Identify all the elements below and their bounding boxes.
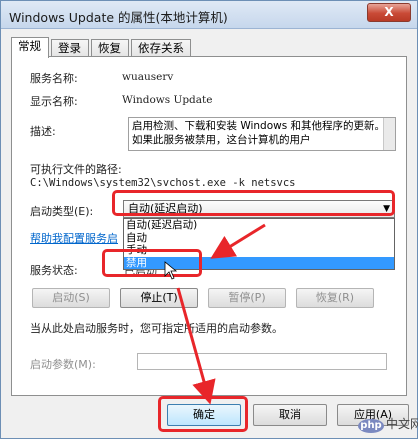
watermark-text: 中文网: [386, 417, 418, 431]
arrow-to-disabled-option: [210, 223, 266, 259]
mouse-pointer-icon: [164, 261, 178, 280]
php-logo-icon: php: [358, 419, 384, 433]
watermark: php 中文网: [358, 415, 418, 433]
arrow-to-ok-button: [176, 287, 216, 405]
annotation-arrows: [164, 223, 266, 405]
